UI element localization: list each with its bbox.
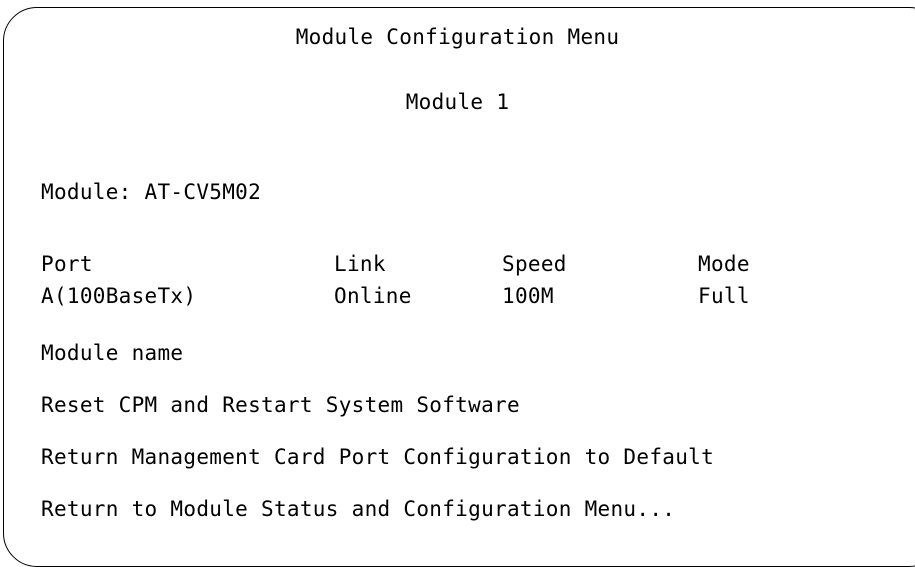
menu-title: Module Configuration Menu (295, 25, 620, 49)
menu-item-reset-cpm[interactable]: Reset CPM and Restart System Software (41, 393, 520, 417)
mode-column-header: Mode (698, 252, 750, 276)
port-column-header: Port (41, 252, 93, 276)
link-column-header: Link (334, 252, 386, 276)
module-type-label: Module: AT-CV5M02 (41, 180, 262, 204)
link-value: Online (334, 284, 412, 308)
mode-value: Full (698, 284, 750, 308)
speed-column-header: Speed (502, 252, 567, 276)
module-subtitle: Module 1 (405, 90, 510, 114)
port-value: A(100BaseTx) (41, 284, 197, 308)
speed-value: 100M (502, 284, 554, 308)
menu-item-module-name[interactable]: Module name (41, 341, 183, 365)
menu-item-return-default[interactable]: Return Management Card Port Configuratio… (41, 445, 714, 469)
menu-item-return-status-menu[interactable]: Return to Module Status and Configuratio… (41, 497, 675, 521)
